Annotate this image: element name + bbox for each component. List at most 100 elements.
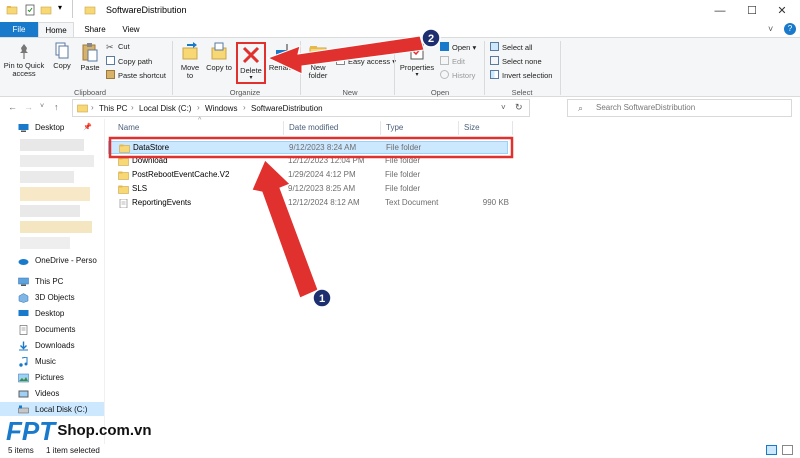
delete-label: Delete xyxy=(240,66,262,75)
nav-downloads-label: Downloads xyxy=(35,341,75,350)
divider xyxy=(380,121,381,135)
refresh-icon[interactable]: ↻ xyxy=(515,102,523,113)
breadcrumb-this-pc[interactable]: This PC xyxy=(99,104,127,113)
copy-to-button[interactable]: Copy to xyxy=(206,42,232,72)
download-icon xyxy=(19,341,28,351)
edit-button[interactable]: Edit xyxy=(440,56,465,66)
divider xyxy=(172,41,173,95)
paste-shortcut-button[interactable]: Paste shortcut xyxy=(106,70,166,80)
new-group-label: New xyxy=(342,88,358,97)
move-to-button[interactable]: Move to xyxy=(177,42,203,80)
paste-button[interactable]: Paste xyxy=(78,42,102,72)
computer-icon xyxy=(18,277,29,286)
divider xyxy=(560,41,561,95)
file-name: ReportingEvents xyxy=(132,198,192,207)
chevron-right-icon: › xyxy=(197,103,200,112)
cube-icon xyxy=(18,293,29,303)
copy-icon xyxy=(55,42,69,59)
copy-path-button[interactable]: Copy path xyxy=(106,56,152,66)
desktop-icon xyxy=(18,124,29,132)
pin-quick-access-button[interactable]: Pin to Quick access xyxy=(2,42,46,78)
blurred-item xyxy=(20,205,80,217)
delete-button[interactable]: Delete ▾ xyxy=(236,42,266,84)
properties-button[interactable]: Properties ▾ xyxy=(398,42,436,78)
rename-button[interactable]: Rename xyxy=(268,42,298,72)
forward-arrow-icon[interactable]: → xyxy=(24,102,33,112)
tab-home[interactable]: Home xyxy=(38,22,74,38)
file-type: File folder xyxy=(385,156,421,165)
file-size: 990 KB xyxy=(482,198,509,207)
select-none-icon xyxy=(490,56,499,65)
cut-button[interactable]: ✂ Cut xyxy=(106,42,130,52)
paste-shortcut-icon xyxy=(106,70,115,79)
copy-button[interactable]: Copy xyxy=(50,42,74,70)
copy-path-icon xyxy=(106,56,115,65)
address-dropdown-icon[interactable]: ˅ xyxy=(501,103,506,112)
file-date: 1/29/2024 4:12 PM xyxy=(288,170,356,179)
easy-access-button[interactable]: Easy access ▾ xyxy=(336,56,396,66)
up-arrow-icon[interactable]: ↑ xyxy=(54,102,59,112)
text-file-icon xyxy=(119,199,128,208)
delete-dropdown-icon[interactable]: ▾ xyxy=(238,75,264,81)
breadcrumb-local-disk[interactable]: Local Disk (C:) xyxy=(139,104,191,113)
file-type: File folder xyxy=(385,170,421,179)
table-row[interactable]: ReportingEvents 12/12/2024 8:12 AM Text … xyxy=(108,197,509,210)
collapse-ribbon-icon[interactable]: ˅ xyxy=(768,24,773,34)
close-button[interactable]: ✕ xyxy=(762,0,800,22)
breadcrumb-softwaredistribution[interactable]: SoftwareDistribution xyxy=(251,104,323,113)
details-view-icon[interactable] xyxy=(766,445,777,455)
table-row[interactable]: SLS 9/12/2023 8:25 AM File folder xyxy=(108,183,508,196)
tab-share[interactable]: Share xyxy=(78,22,112,38)
open-icon xyxy=(440,42,449,51)
customize-dropdown-icon[interactable]: ▾ xyxy=(58,3,70,15)
file-type: Text Document xyxy=(385,198,439,207)
drive-icon xyxy=(18,405,29,414)
new-folder-button[interactable]: New folder xyxy=(304,42,332,80)
tab-file[interactable]: File xyxy=(0,22,38,38)
back-arrow-icon[interactable]: ← xyxy=(8,102,17,112)
invert-selection-button[interactable]: Invert selection xyxy=(490,70,552,80)
folder-icon xyxy=(118,171,129,180)
copy-to-icon xyxy=(211,42,227,60)
folder-icon xyxy=(118,185,129,194)
column-header-size[interactable]: Size xyxy=(464,123,480,132)
column-header-date[interactable]: Date modified xyxy=(289,123,338,132)
table-row[interactable]: Download 12/12/2023 12:04 PM File folder xyxy=(108,155,508,168)
history-label: History xyxy=(452,71,476,80)
new-folder-quick-icon[interactable] xyxy=(40,4,52,16)
select-none-button[interactable]: Select none xyxy=(490,56,542,66)
file-name: Download xyxy=(132,156,168,165)
tab-view[interactable]: View xyxy=(116,22,146,38)
navigation-pane: Desktop 📌 OneDrive - Perso This PC 3D Ob… xyxy=(0,119,105,444)
address-bar[interactable]: › This PC › Local Disk (C:) › Windows › … xyxy=(72,99,530,117)
ribbon: Pin to Quick access Copy Paste ✂ Cut Copy… xyxy=(0,37,800,97)
table-row[interactable]: DataStore 9/12/2023 8:24 AM File folder xyxy=(108,141,508,154)
open-button[interactable]: Open ▾ xyxy=(440,42,476,52)
column-header-name[interactable]: Name xyxy=(118,123,139,132)
search-placeholder: Search SoftwareDistribution xyxy=(596,103,696,112)
file-date: 12/12/2024 8:12 AM xyxy=(288,198,360,207)
search-input[interactable]: ⌕ Search SoftwareDistribution xyxy=(567,99,792,117)
properties-quick-icon[interactable] xyxy=(24,4,36,16)
clipboard-group-label: Clipboard xyxy=(73,88,107,97)
nav-onedrive-label: OneDrive - Perso xyxy=(35,256,97,265)
file-type: File folder xyxy=(386,143,422,152)
nav-this-pc-label: This PC xyxy=(35,277,64,286)
table-row[interactable]: PostRebootEventCache.V2 1/29/2024 4:12 P… xyxy=(108,169,508,182)
divider xyxy=(300,41,301,95)
pictures-icon xyxy=(18,373,29,383)
copy-to-label: Copy to xyxy=(206,63,232,72)
nav-local-disk-label: Local Disk (C:) xyxy=(35,405,88,414)
history-button[interactable]: History xyxy=(440,70,475,80)
copy-label: Copy xyxy=(53,61,71,70)
breadcrumb-windows[interactable]: Windows xyxy=(205,104,237,113)
recent-locations-icon[interactable]: ˅ xyxy=(40,103,44,110)
new-folder-icon xyxy=(309,46,327,60)
large-icons-view-icon[interactable] xyxy=(782,445,793,455)
desktop-icon xyxy=(18,310,29,316)
properties-dropdown-icon[interactable]: ▾ xyxy=(398,72,436,78)
help-icon[interactable]: ? xyxy=(784,23,796,35)
fpt-logo: FPT xyxy=(6,416,56,446)
column-header-type[interactable]: Type xyxy=(386,123,403,132)
select-all-button[interactable]: Select all xyxy=(490,42,532,52)
